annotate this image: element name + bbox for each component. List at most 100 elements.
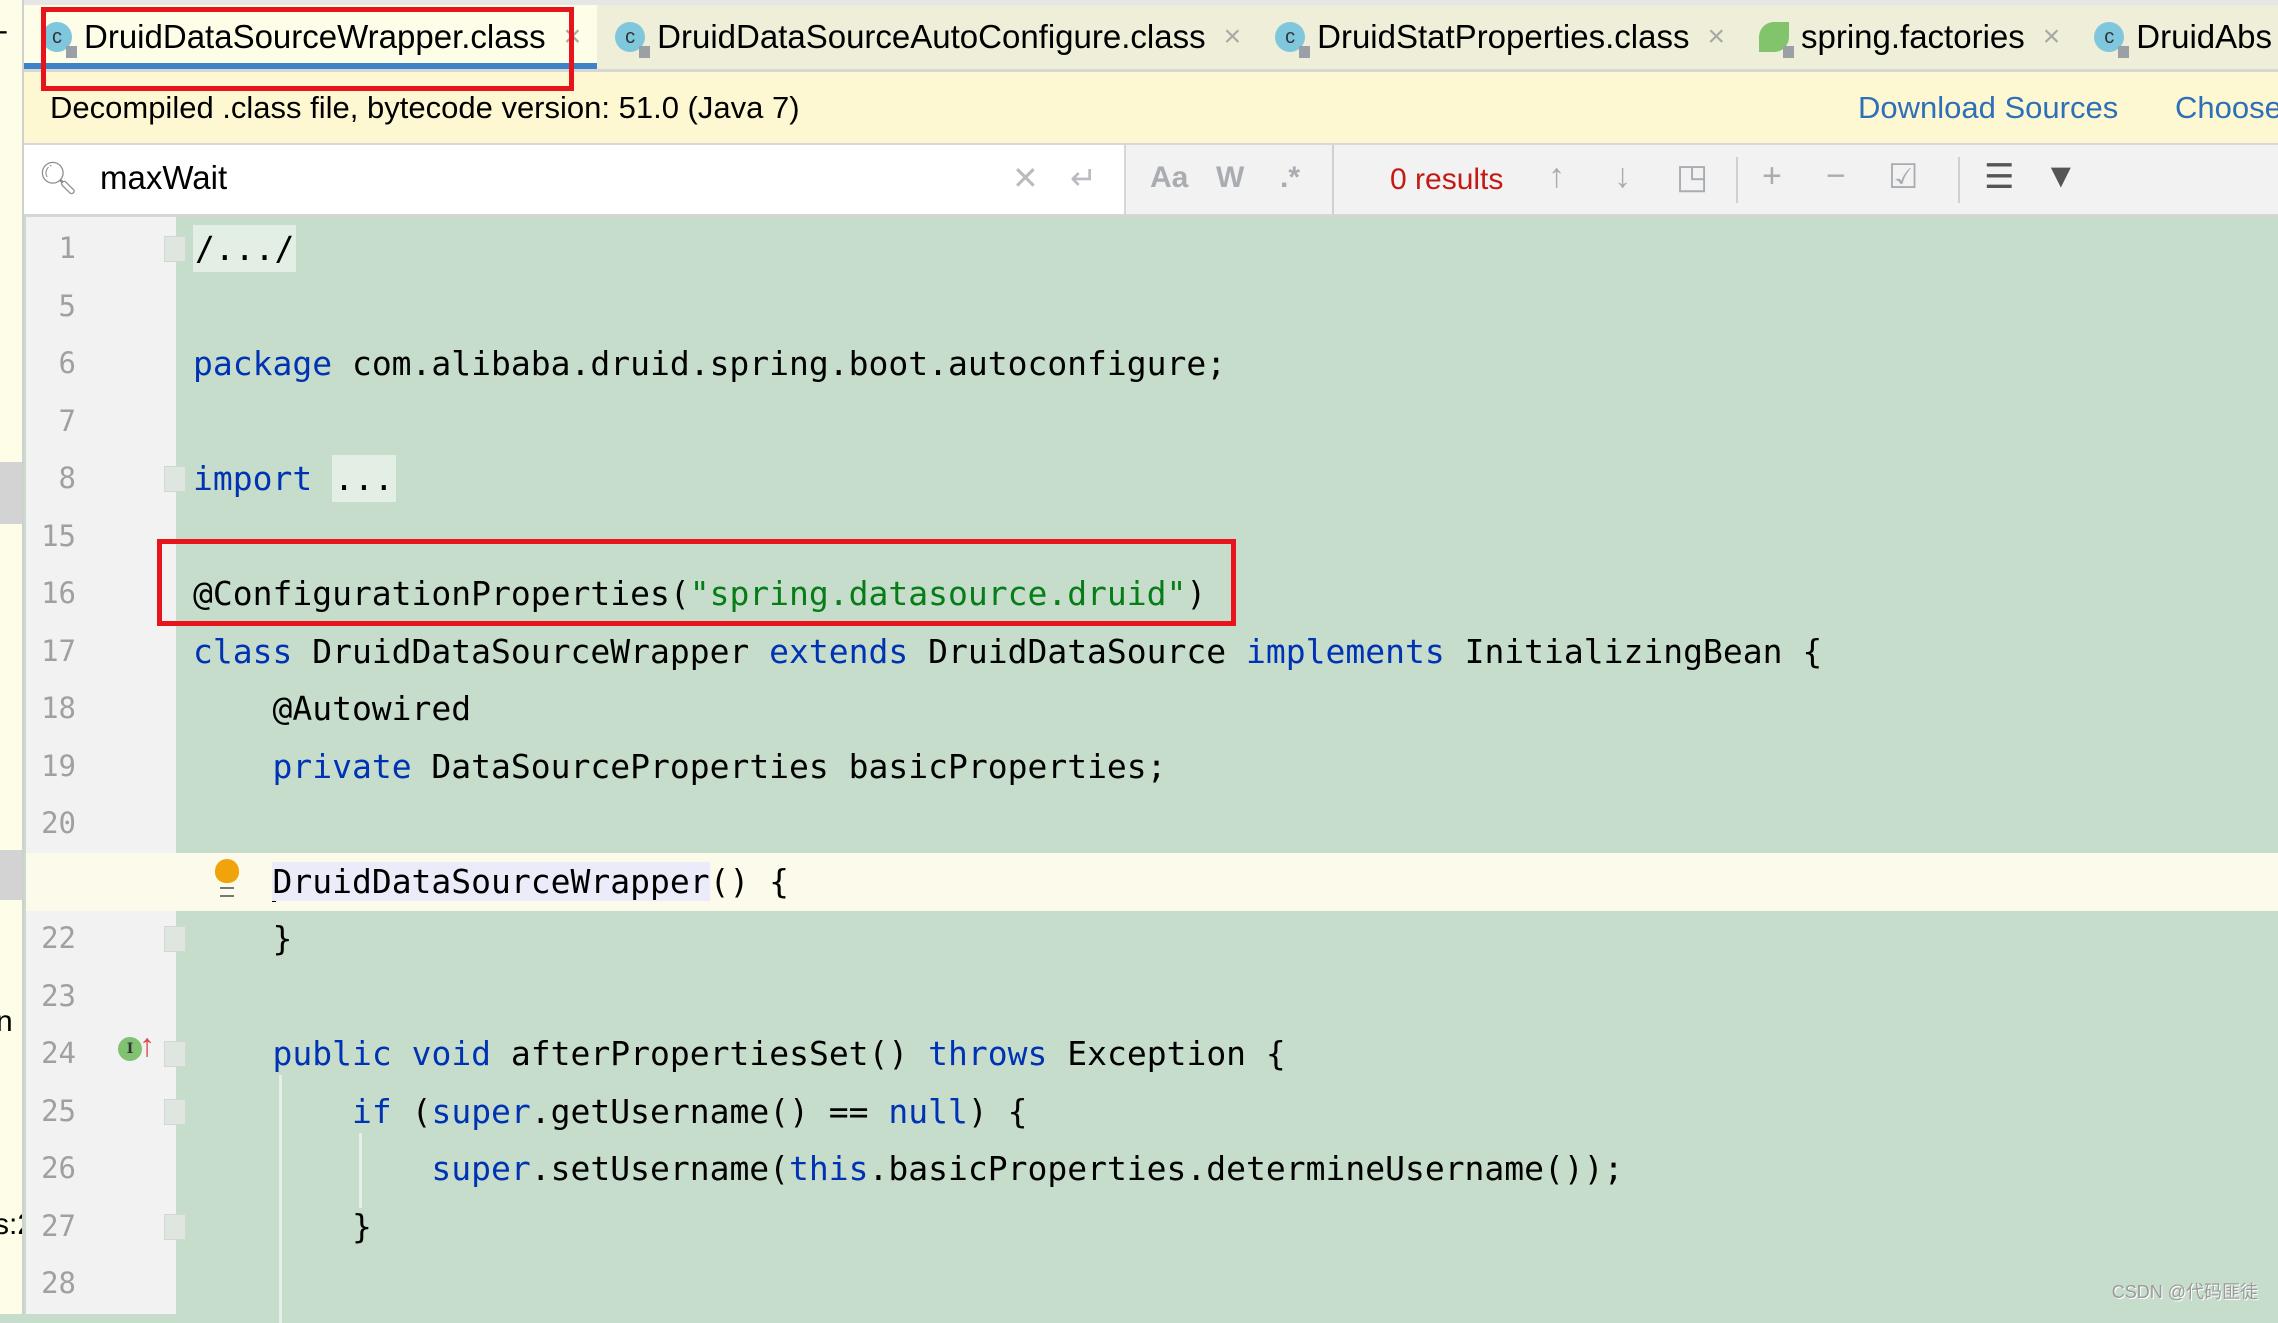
match-case-button[interactable]: Aa: [1150, 161, 1188, 195]
code-token: /.../: [193, 225, 297, 272]
code-token: InitializingBean {: [1444, 631, 1823, 671]
code-line[interactable]: package com.alibaba.druid.spring.boot.au…: [193, 335, 1226, 393]
choose-sources-link[interactable]: Choose: [2175, 90, 2278, 126]
code-token: void: [411, 1034, 492, 1073]
new-line-icon[interactable]: ↵: [1070, 159, 1097, 197]
strip-label: -: [0, 14, 8, 48]
code-line[interactable]: /.../: [193, 220, 297, 278]
lightbulb-icon[interactable]: [215, 858, 239, 897]
previous-occurrence-icon[interactable]: ↑: [1548, 157, 1565, 196]
code-line[interactable]: public void afterPropertiesSet() throws …: [193, 1025, 1285, 1083]
tab-2[interactable]: c DruidStatProperties.class ×: [1257, 5, 1741, 69]
clear-search-icon[interactable]: ✕: [1012, 159, 1039, 197]
override-arrow-icon[interactable]: ↑: [139, 1027, 155, 1064]
search-icon[interactable]: 🔍︎: [38, 159, 79, 197]
strip-label: n: [0, 1005, 13, 1039]
code-line[interactable]: DruidDataSourceWrapper() {: [193, 853, 789, 911]
tab-1[interactable]: c DruidDataSourceAutoConfigure.class ×: [597, 5, 1257, 69]
code-editor[interactable]: /.../ package com.alibaba.druid.spring.bo…: [176, 217, 2278, 1323]
select-occurrences-icon[interactable]: ☑: [1888, 157, 1918, 197]
spring-icon: [1758, 22, 1794, 58]
filter-lines-icon[interactable]: ☰: [1984, 157, 2014, 197]
code-token: com.alibaba.druid.spring.boot.autoconfig…: [332, 344, 1227, 383]
remove-occurrence-icon[interactable]: −: [1826, 157, 1846, 196]
code-token: null: [888, 1091, 968, 1131]
code-token: throws: [928, 1034, 1048, 1073]
line-number[interactable]: 16: [26, 565, 76, 623]
tab-label: DruidDataSourceAutoConfigure.class: [657, 18, 1206, 55]
search-input[interactable]: [100, 155, 1000, 201]
line-number[interactable]: 7: [26, 393, 76, 451]
next-occurrence-icon[interactable]: ↓: [1614, 157, 1631, 196]
filter-icon[interactable]: ▼: [2044, 157, 2078, 196]
code-line[interactable]: super.setUsername(this.basicProperties.d…: [193, 1140, 1624, 1198]
search-results-count: 0 results: [1390, 163, 1504, 196]
words-button[interactable]: W: [1216, 161, 1244, 195]
code-token: }: [193, 1206, 372, 1246]
line-gutter: 1567815161718192021222324I↑25262728: [26, 217, 186, 1314]
line-number[interactable]: 17: [26, 623, 76, 681]
lock-icon: [639, 46, 651, 58]
line-number[interactable]: 20: [26, 795, 76, 853]
code-token: super: [431, 1149, 531, 1188]
close-tab-icon[interactable]: ×: [1707, 20, 1725, 54]
code-token: (: [391, 1091, 432, 1131]
line-number[interactable]: 28: [26, 1255, 76, 1313]
line-number[interactable]: 1: [26, 220, 76, 278]
line-number[interactable]: 22: [26, 910, 76, 968]
code-line[interactable]: private DataSourceProperties basicProper…: [193, 738, 1166, 796]
find-bar: 🔍︎ ✕ ↵ Aa W .* 0 results ↑ ↓ ◳ + − ☑ ☰ ▼: [24, 143, 2278, 217]
select-all-occurrences-icon[interactable]: ◳: [1676, 157, 1708, 197]
line-number[interactable]: 23: [26, 968, 76, 1026]
line-number[interactable]: 18: [26, 680, 76, 738]
close-tab-icon[interactable]: ×: [2043, 20, 2061, 54]
line-number[interactable]: 26: [26, 1140, 76, 1198]
code-line[interactable]: import ...: [193, 450, 396, 508]
tab-3[interactable]: spring.factories ×: [1741, 5, 2076, 69]
code-token: super: [431, 1091, 531, 1131]
code-line[interactable]: }: [193, 1198, 372, 1256]
code-token: extends: [769, 631, 909, 671]
code-line[interactable]: class DruidDataSourceWrapper extends Dru…: [193, 623, 1822, 681]
code-token: @Autowired: [193, 689, 472, 728]
divider: [1332, 145, 1334, 214]
code-token: if: [351, 1091, 392, 1131]
code-line[interactable]: if (super.getUsername() == null) {: [193, 1083, 1028, 1141]
line-number[interactable]: 8: [26, 450, 76, 508]
code-token: ...: [332, 455, 396, 502]
line-number[interactable]: 27: [26, 1198, 76, 1256]
code-token: .basicProperties.determineUsername());: [868, 1149, 1624, 1188]
code-token: DruidDataSourceWrapper: [272, 861, 710, 901]
lock-icon: [1782, 46, 1794, 58]
code-token: () {: [709, 861, 790, 901]
code-line[interactable]: @Autowired: [193, 680, 471, 738]
highlight-box-annotation: [157, 539, 1236, 626]
line-number[interactable]: 6: [26, 335, 76, 393]
line-number[interactable]: 24: [26, 1025, 76, 1083]
code-token: private: [272, 746, 412, 786]
search-field: 🔍︎ ✕ ↵: [24, 145, 1126, 214]
tab-4[interactable]: c DruidAbs: [2076, 5, 2278, 69]
strip-block: [0, 850, 22, 900]
regex-button[interactable]: .*: [1280, 161, 1300, 195]
line-number[interactable]: 25: [26, 1083, 76, 1141]
code-token: afterPropertiesSet(): [491, 1034, 929, 1073]
line-number[interactable]: 5: [26, 278, 76, 336]
code-token: implements: [1246, 631, 1445, 671]
lock-icon: [1299, 46, 1311, 58]
code-token: }: [193, 919, 293, 958]
add-occurrence-icon[interactable]: +: [1762, 157, 1782, 196]
code-token: DruidDataSourceWrapper: [292, 631, 770, 671]
lock-icon: [2118, 46, 2130, 58]
close-tab-icon[interactable]: ×: [1224, 20, 1242, 54]
code-token: ) {: [967, 1091, 1028, 1131]
line-number[interactable]: 19: [26, 738, 76, 796]
download-sources-link[interactable]: Download Sources: [1858, 90, 2118, 126]
code-line[interactable]: }: [193, 910, 292, 968]
strip-label: s:2: [0, 1208, 22, 1241]
line-number[interactable]: 15: [26, 508, 76, 566]
